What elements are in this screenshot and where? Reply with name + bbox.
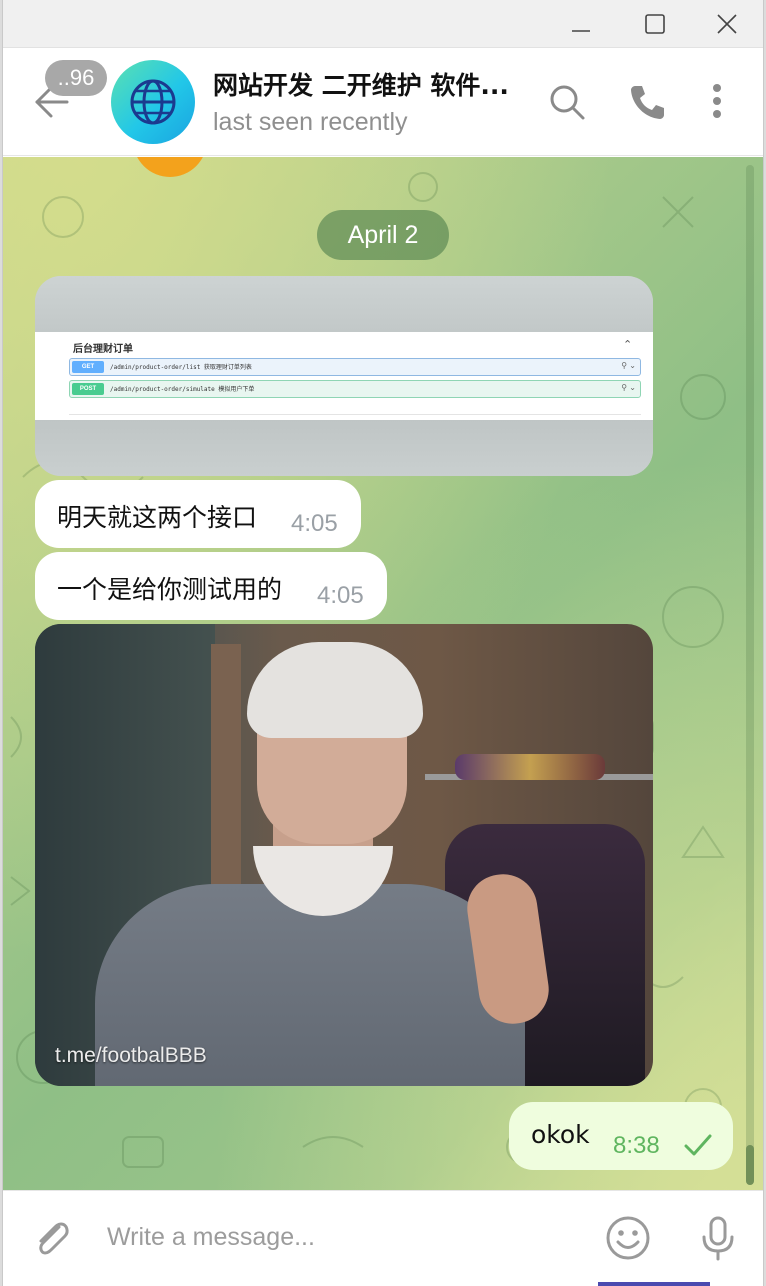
search-button[interactable]: [545, 80, 589, 124]
chevron-up-icon: ⌃: [623, 339, 633, 351]
scrollbar-thumb[interactable]: [746, 1145, 754, 1185]
maximize-icon: [645, 14, 665, 34]
gif-person-hair: [247, 642, 423, 738]
paperclip-icon: [39, 1222, 69, 1255]
close-button[interactable]: [697, 0, 757, 48]
taskbar-indicator: [598, 1282, 710, 1286]
lock-icon: ⚲ ⌄: [621, 383, 636, 392]
call-button[interactable]: [625, 80, 669, 124]
message-bubble[interactable]: 一个是给你测试用的 4:05: [35, 552, 387, 620]
api-row-post: POST /admin/product-order/simulate 模拟用户下…: [69, 380, 641, 398]
chat-history[interactable]: April 2 后台理财订单 ⌃ GET /admin/product-orde…: [3, 157, 763, 1190]
attach-button[interactable]: [29, 1215, 77, 1263]
message-text: 明天就这两个接口: [57, 503, 258, 532]
more-vertical-icon: [713, 84, 721, 118]
api-panel-title: 后台理财订单: [73, 344, 133, 355]
api-method-badge: POST: [72, 383, 104, 395]
voice-record-button[interactable]: [693, 1213, 743, 1263]
date-divider: April 2: [317, 210, 449, 260]
message-time: 4:05: [291, 510, 338, 537]
minimize-icon: [572, 30, 590, 32]
gif-message[interactable]: t.me/footbalBBB: [35, 624, 653, 1086]
api-row-get: GET /admin/product-order/list 获取理财订单列表 ⚲…: [69, 358, 641, 376]
chat-scrollbar[interactable]: [746, 165, 754, 1185]
photo-message[interactable]: 后台理财订单 ⌃ GET /admin/product-order/list 获…: [35, 276, 653, 476]
globe-icon: [130, 79, 176, 125]
search-icon: [550, 85, 585, 120]
gif-watermark: t.me/footbalBBB: [55, 1044, 207, 1067]
close-icon: [717, 14, 737, 34]
message-time: 4:05: [317, 582, 364, 609]
chat-header: ..96 网站开发 二开维护 软件... last seen recently: [3, 48, 763, 156]
message-input[interactable]: [107, 1213, 587, 1261]
message-bubble[interactable]: 明天就这两个接口 4:05: [35, 480, 361, 548]
title-bar: [3, 0, 763, 48]
outgoing-message-bubble[interactable]: okok 8:38: [509, 1102, 733, 1170]
emoji-button[interactable]: [603, 1213, 653, 1263]
check-icon: [684, 1134, 712, 1156]
photo-top-band: [35, 276, 653, 332]
chat-status: last seen recently: [213, 108, 408, 136]
emoji-icon: [606, 1216, 650, 1260]
lock-icon: ⚲ ⌄: [621, 361, 636, 370]
api-panel: 后台理财订单 ⌃ GET /admin/product-order/list 获…: [35, 332, 653, 420]
message-time: 8:38: [613, 1132, 660, 1159]
phone-icon: [631, 86, 664, 119]
gif-shirts: [455, 754, 605, 780]
microphone-icon: [702, 1216, 734, 1261]
panel-divider: [69, 414, 641, 415]
api-path: /admin/product-order/list 获取理财订单列表: [110, 364, 252, 371]
chat-title[interactable]: 网站开发 二开维护 软件...: [213, 66, 523, 100]
message-text: okok: [531, 1120, 590, 1149]
message-text: 一个是给你测试用的: [57, 575, 283, 604]
photo-bottom-band: [35, 420, 653, 476]
minimize-button[interactable]: [551, 0, 611, 48]
unread-badge: ..96: [45, 60, 107, 96]
message-composer: [3, 1190, 763, 1286]
api-method-badge: GET: [72, 361, 104, 373]
more-button[interactable]: [697, 80, 741, 124]
maximize-button[interactable]: [625, 0, 685, 48]
api-path: /admin/product-order/simulate 模拟用户下单: [110, 386, 255, 393]
chat-avatar[interactable]: [111, 60, 195, 144]
telegram-window: ..96 网站开发 二开维护 软件... last seen recently: [2, 0, 764, 1286]
